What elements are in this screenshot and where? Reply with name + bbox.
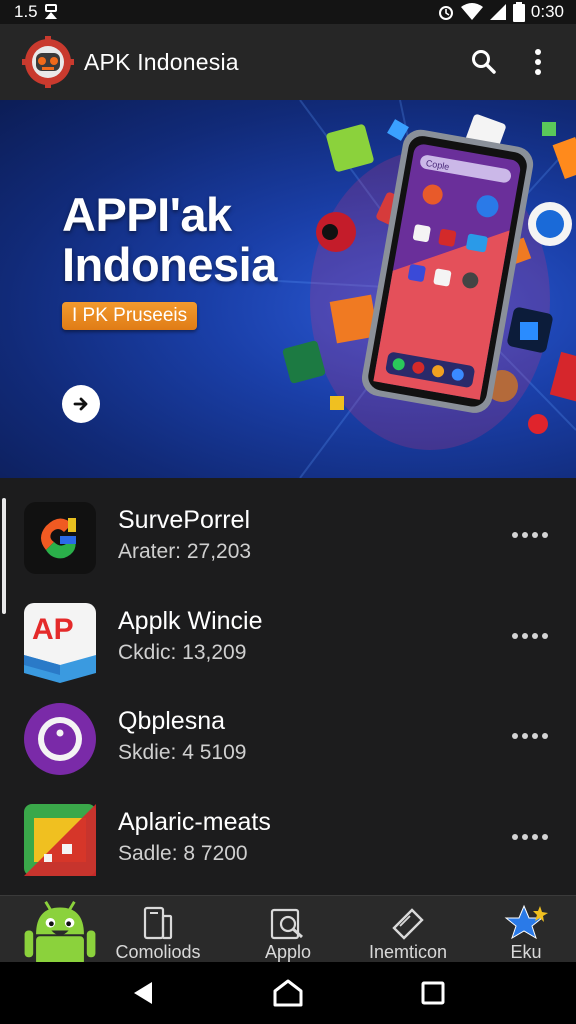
list-item[interactable]: AP Applk Wincie Ckdic: 13,209 xyxy=(0,579,576,683)
back-button[interactable] xyxy=(119,969,167,1017)
list-item[interactable]: SurvePorrel Arater: 27,203 xyxy=(0,478,576,578)
android-icon xyxy=(24,901,96,962)
nav-item-comoliods[interactable]: Comoliods xyxy=(106,896,210,962)
status-time-left: 1.5 xyxy=(14,2,38,21)
app-name: Aplaric-meats xyxy=(118,808,271,836)
app-meta: Skdie: 4 5109 xyxy=(118,741,247,764)
green-red-square-icon xyxy=(24,804,96,876)
banner-next-button[interactable] xyxy=(62,385,100,423)
banner-title-line2: Indonesia xyxy=(62,238,277,291)
banner-title-line1: APPI'ak xyxy=(62,188,232,241)
app-meta: Arater: 27,203 xyxy=(118,540,252,563)
nav-label: Comoliods xyxy=(115,942,201,962)
status-bar: 1.5 0:30 xyxy=(0,0,576,24)
search-icon xyxy=(472,50,496,74)
app-list[interactable]: SurvePorrel Arater: 27,203 AP Applk Winc… xyxy=(0,478,576,895)
home-button[interactable] xyxy=(264,969,312,1017)
wifi-icon xyxy=(460,3,483,21)
svg-text:AP: AP xyxy=(32,613,74,646)
system-navigation xyxy=(0,962,576,1024)
status-time-right: 0:30 xyxy=(530,2,564,21)
battery-icon xyxy=(512,2,525,22)
nav-item-android[interactable] xyxy=(22,896,98,962)
nav-label: Applo xyxy=(264,942,312,962)
recents-icon xyxy=(421,981,445,1005)
more-horiz-icon[interactable] xyxy=(504,623,556,649)
app-meta: Sadle: 8 7200 xyxy=(118,842,248,865)
nav-item-eku[interactable]: Eku xyxy=(494,896,558,962)
star-icon xyxy=(504,904,548,940)
notification-icon xyxy=(44,4,58,20)
search-box-icon xyxy=(270,908,303,940)
bottom-navigation: Comoliods Applo Inemticon Eku xyxy=(0,895,576,962)
signal-icon xyxy=(489,3,507,21)
home-icon xyxy=(273,979,303,1007)
nav-item-inemticon[interactable]: Inemticon xyxy=(358,896,458,962)
recents-button[interactable] xyxy=(409,969,457,1017)
banner-title: APPI'ak Indonesia xyxy=(62,190,277,290)
list-item[interactable]: Aplaric-meats Sadle: 8 7200 xyxy=(0,780,576,880)
app-name: Qbplesna xyxy=(118,707,226,735)
app-name: Applk Wincie xyxy=(118,607,263,635)
search-button[interactable] xyxy=(462,40,506,84)
more-options-button[interactable] xyxy=(516,40,560,84)
app-meta: Ckdic: 13,209 xyxy=(118,641,247,664)
alarm-icon xyxy=(437,3,455,21)
more-horiz-icon[interactable] xyxy=(504,723,556,749)
more-vert-icon xyxy=(535,49,541,75)
banner-pill[interactable]: I PK Pruseeis xyxy=(62,302,198,330)
app-bar: APK Indonesia xyxy=(0,24,576,100)
app-title: APK Indonesia xyxy=(84,48,239,75)
promo-banner[interactable]: Cople APPI'ak Indonesia I PK Pruseeis xyxy=(0,100,576,478)
nav-item-applo[interactable]: Applo xyxy=(246,896,330,962)
robot-logo[interactable] xyxy=(22,36,74,88)
arrow-right-icon xyxy=(73,397,88,411)
back-icon xyxy=(133,982,152,1004)
more-horiz-icon[interactable] xyxy=(504,824,556,850)
nav-label: Eku xyxy=(510,942,542,962)
multicolor-s-icon xyxy=(24,502,96,574)
list-item[interactable]: Qbplesna Skdie: 4 5109 xyxy=(0,679,576,779)
purple-circle-icon xyxy=(24,703,96,775)
app-name: SurvePorrel xyxy=(118,506,250,534)
tag-icon xyxy=(392,908,424,940)
nav-label: Inemticon xyxy=(368,942,448,962)
ap-red-icon: AP xyxy=(24,603,96,683)
more-horiz-icon[interactable] xyxy=(504,522,556,548)
phone-icon xyxy=(143,906,173,940)
